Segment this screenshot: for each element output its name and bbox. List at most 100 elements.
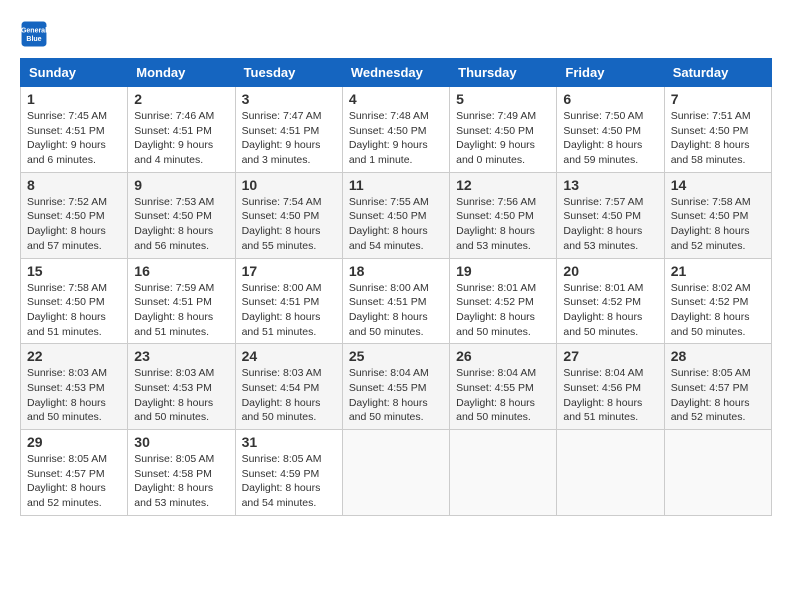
calendar-cell: 20 Sunrise: 8:01 AM Sunset: 4:52 PM Dayli… [557,258,664,344]
calendar-week-3: 15 Sunrise: 7:58 AM Sunset: 4:50 PM Dayli… [21,258,772,344]
day-detail: Sunrise: 8:03 AM Sunset: 4:54 PM Dayligh… [242,366,336,425]
day-number: 4 [349,91,443,107]
day-number: 3 [242,91,336,107]
day-detail: Sunrise: 8:03 AM Sunset: 4:53 PM Dayligh… [27,366,121,425]
day-detail: Sunrise: 8:04 AM Sunset: 4:55 PM Dayligh… [349,366,443,425]
calendar-cell: 12 Sunrise: 7:56 AM Sunset: 4:50 PM Dayli… [450,172,557,258]
calendar-cell: 9 Sunrise: 7:53 AM Sunset: 4:50 PM Daylig… [128,172,235,258]
logo-icon: General Blue [20,20,48,48]
day-number: 22 [27,348,121,364]
day-number: 8 [27,177,121,193]
day-detail: Sunrise: 8:05 AM Sunset: 4:59 PM Dayligh… [242,452,336,511]
day-number: 7 [671,91,765,107]
day-detail: Sunrise: 7:46 AM Sunset: 4:51 PM Dayligh… [134,109,228,168]
calendar-cell: 19Sunrise: 8:01 AM Sunset: 4:52 PM Dayli… [450,258,557,344]
calendar-cell [664,430,771,516]
calendar-cell: 15 Sunrise: 7:58 AM Sunset: 4:50 PM Dayli… [21,258,128,344]
day-detail: Sunrise: 7:58 AM Sunset: 4:50 PM Dayligh… [27,281,121,340]
col-header-saturday: Saturday [664,59,771,87]
day-detail: Sunrise: 7:56 AM Sunset: 4:50 PM Dayligh… [456,195,550,254]
calendar-cell: 26 Sunrise: 8:04 AM Sunset: 4:55 PM Dayli… [450,344,557,430]
calendar-cell: 7 Sunrise: 7:51 AM Sunset: 4:50 PM Daylig… [664,87,771,173]
calendar-cell: 13 Sunrise: 7:57 AM Sunset: 4:50 PM Dayli… [557,172,664,258]
day-number: 11 [349,177,443,193]
day-detail: Sunrise: 7:57 AM Sunset: 4:50 PM Dayligh… [563,195,657,254]
calendar-cell: 24 Sunrise: 8:03 AM Sunset: 4:54 PM Dayli… [235,344,342,430]
day-number: 15 [27,263,121,279]
calendar-cell: 3 Sunrise: 7:47 AM Sunset: 4:51 PM Daylig… [235,87,342,173]
day-number: 18 [349,263,443,279]
day-detail: Sunrise: 8:05 AM Sunset: 4:58 PM Dayligh… [134,452,228,511]
calendar-cell: 27 Sunrise: 8:04 AM Sunset: 4:56 PM Dayli… [557,344,664,430]
calendar-cell [342,430,449,516]
day-detail: Sunrise: 7:48 AM Sunset: 4:50 PM Dayligh… [349,109,443,168]
calendar-cell: 23Sunrise: 8:03 AM Sunset: 4:53 PM Dayli… [128,344,235,430]
day-number: 6 [563,91,657,107]
day-detail: Sunrise: 8:01 AM Sunset: 4:52 PM Dayligh… [563,281,657,340]
day-number: 31 [242,434,336,450]
day-number: 24 [242,348,336,364]
calendar-cell: 4 Sunrise: 7:48 AM Sunset: 4:50 PM Daylig… [342,87,449,173]
day-detail: Sunrise: 7:53 AM Sunset: 4:50 PM Dayligh… [134,195,228,254]
day-detail: Sunrise: 8:05 AM Sunset: 4:57 PM Dayligh… [671,366,765,425]
day-number: 5 [456,91,550,107]
day-detail: Sunrise: 8:04 AM Sunset: 4:56 PM Dayligh… [563,366,657,425]
calendar-cell: 1 Sunrise: 7:45 AM Sunset: 4:51 PM Daylig… [21,87,128,173]
calendar-cell: 8Sunrise: 7:52 AM Sunset: 4:50 PM Daylig… [21,172,128,258]
day-number: 17 [242,263,336,279]
day-number: 14 [671,177,765,193]
calendar-cell [450,430,557,516]
day-detail: Sunrise: 8:01 AM Sunset: 4:52 PM Dayligh… [456,281,550,340]
day-number: 30 [134,434,228,450]
calendar-week-2: 8Sunrise: 7:52 AM Sunset: 4:50 PM Daylig… [21,172,772,258]
day-detail: Sunrise: 7:51 AM Sunset: 4:50 PM Dayligh… [671,109,765,168]
day-detail: Sunrise: 7:55 AM Sunset: 4:50 PM Dayligh… [349,195,443,254]
calendar-cell: 17 Sunrise: 8:00 AM Sunset: 4:51 PM Dayli… [235,258,342,344]
calendar-week-5: 29Sunrise: 8:05 AM Sunset: 4:57 PM Dayli… [21,430,772,516]
day-number: 12 [456,177,550,193]
col-header-monday: Monday [128,59,235,87]
day-number: 1 [27,91,121,107]
col-header-thursday: Thursday [450,59,557,87]
col-header-friday: Friday [557,59,664,87]
day-detail: Sunrise: 7:58 AM Sunset: 4:50 PM Dayligh… [671,195,765,254]
day-detail: Sunrise: 7:59 AM Sunset: 4:51 PM Dayligh… [134,281,228,340]
col-header-tuesday: Tuesday [235,59,342,87]
svg-text:General: General [21,27,47,34]
logo: General Blue [20,20,52,48]
day-number: 21 [671,263,765,279]
calendar-table: SundayMondayTuesdayWednesdayThursdayFrid… [20,58,772,516]
day-detail: Sunrise: 8:00 AM Sunset: 4:51 PM Dayligh… [242,281,336,340]
day-number: 27 [563,348,657,364]
day-number: 20 [563,263,657,279]
day-number: 9 [134,177,228,193]
day-number: 25 [349,348,443,364]
calendar-cell: 21 Sunrise: 8:02 AM Sunset: 4:52 PM Dayli… [664,258,771,344]
calendar-cell: 18 Sunrise: 8:00 AM Sunset: 4:51 PM Dayli… [342,258,449,344]
day-detail: Sunrise: 8:05 AM Sunset: 4:57 PM Dayligh… [27,452,121,511]
col-header-sunday: Sunday [21,59,128,87]
day-detail: Sunrise: 7:49 AM Sunset: 4:50 PM Dayligh… [456,109,550,168]
day-number: 16 [134,263,228,279]
day-detail: Sunrise: 8:03 AM Sunset: 4:53 PM Dayligh… [134,366,228,425]
calendar-cell: 14 Sunrise: 7:58 AM Sunset: 4:50 PM Dayli… [664,172,771,258]
calendar-cell: 31 Sunrise: 8:05 AM Sunset: 4:59 PM Dayli… [235,430,342,516]
day-detail: Sunrise: 7:54 AM Sunset: 4:50 PM Dayligh… [242,195,336,254]
day-detail: Sunrise: 8:04 AM Sunset: 4:55 PM Dayligh… [456,366,550,425]
day-number: 26 [456,348,550,364]
calendar-cell: 6Sunrise: 7:50 AM Sunset: 4:50 PM Daylig… [557,87,664,173]
calendar-week-4: 22 Sunrise: 8:03 AM Sunset: 4:53 PM Dayli… [21,344,772,430]
day-detail: Sunrise: 7:45 AM Sunset: 4:51 PM Dayligh… [27,109,121,168]
calendar-cell: 16 Sunrise: 7:59 AM Sunset: 4:51 PM Dayli… [128,258,235,344]
calendar-cell: 2Sunrise: 7:46 AM Sunset: 4:51 PM Daylig… [128,87,235,173]
calendar-cell: 22 Sunrise: 8:03 AM Sunset: 4:53 PM Dayli… [21,344,128,430]
calendar-cell: 29Sunrise: 8:05 AM Sunset: 4:57 PM Dayli… [21,430,128,516]
day-detail: Sunrise: 8:00 AM Sunset: 4:51 PM Dayligh… [349,281,443,340]
calendar-cell: 25 Sunrise: 8:04 AM Sunset: 4:55 PM Dayli… [342,344,449,430]
day-detail: Sunrise: 8:02 AM Sunset: 4:52 PM Dayligh… [671,281,765,340]
svg-text:Blue: Blue [26,36,41,43]
day-detail: Sunrise: 7:47 AM Sunset: 4:51 PM Dayligh… [242,109,336,168]
calendar-cell: 28Sunrise: 8:05 AM Sunset: 4:57 PM Dayli… [664,344,771,430]
calendar-cell [557,430,664,516]
day-number: 13 [563,177,657,193]
